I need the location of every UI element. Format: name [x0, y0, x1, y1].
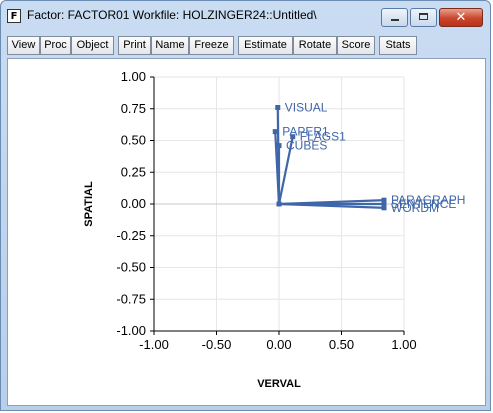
stats-button[interactable]: Stats — [379, 36, 417, 55]
y-tick-label: 0.00 — [121, 196, 146, 211]
maximize-icon — [419, 13, 428, 20]
point-label: CUBES — [286, 139, 327, 153]
minimize-icon — [391, 19, 399, 21]
x-tick-label: -0.50 — [202, 337, 232, 352]
window-title: Factor: FACTOR01 Workfile: HOLZINGER24::… — [27, 8, 317, 22]
proc-button[interactable]: Proc — [40, 36, 71, 55]
y-tick-label: -1.00 — [116, 323, 146, 338]
maximize-button[interactable] — [410, 8, 437, 27]
origin-point — [276, 201, 282, 207]
close-icon: ✕ — [455, 10, 467, 25]
toolbar: View Proc Object Print Name Freeze Estim… — [7, 36, 486, 56]
loading-point — [381, 205, 387, 211]
print-button[interactable]: Print — [118, 36, 151, 55]
minimize-button[interactable] — [381, 8, 408, 27]
factor-window: F Factor: FACTOR01 Workfile: HOLZINGER24… — [0, 0, 491, 411]
rotate-button[interactable]: Rotate — [293, 36, 337, 55]
title-bar[interactable]: F Factor: FACTOR01 Workfile: HOLZINGER24… — [1, 1, 492, 31]
factor-app-icon: F — [7, 9, 21, 23]
point-label: WORDM — [391, 201, 439, 215]
y-tick-label: 0.75 — [121, 101, 146, 116]
loading-point — [276, 143, 282, 149]
close-button[interactable]: ✕ — [439, 8, 483, 27]
x-axis-label: VERVAL — [257, 378, 301, 390]
point-labels: VISUALPAPER1FLAGS1CUBESPARAGRAPHSENTENCE… — [282, 100, 465, 214]
x-tick-label: 0.00 — [266, 337, 291, 352]
estimate-button[interactable]: Estimate — [238, 36, 293, 55]
x-tick-label: 0.50 — [329, 337, 354, 352]
loading-point — [272, 129, 278, 135]
y-tick-label: 1.00 — [121, 69, 146, 84]
score-button[interactable]: Score — [337, 36, 375, 55]
y-tick-label: -0.75 — [116, 291, 146, 306]
y-tick-label: 0.25 — [121, 164, 146, 179]
loading-vectors — [272, 104, 387, 211]
point-label: VISUAL — [285, 100, 328, 114]
object-button[interactable]: Object — [71, 36, 114, 55]
name-button[interactable]: Name — [151, 36, 189, 55]
loadings-chart: 1.00 0.75 0.50 0.25 0.00 -0.25 -0.50 -0.75 -1.00… — [83, 69, 465, 390]
y-axis-label: SPATIAL — [83, 181, 95, 227]
y-tick-label: -0.25 — [116, 228, 146, 243]
view-button[interactable]: View — [7, 36, 40, 55]
graph-area: 1.00 0.75 0.50 0.25 0.00 -0.25 -0.50 -0.75 -1.00… — [7, 58, 486, 406]
x-tick-label: 1.00 — [391, 337, 416, 352]
y-tick-label: -0.50 — [116, 260, 146, 275]
axes: 1.00 0.75 0.50 0.25 0.00 -0.25 -0.50 -0.75 -1.00… — [116, 69, 416, 352]
x-tick-label: -1.00 — [139, 337, 169, 352]
freeze-button[interactable]: Freeze — [189, 36, 234, 55]
y-tick-label: 0.50 — [121, 133, 146, 148]
loading-point — [275, 104, 281, 110]
